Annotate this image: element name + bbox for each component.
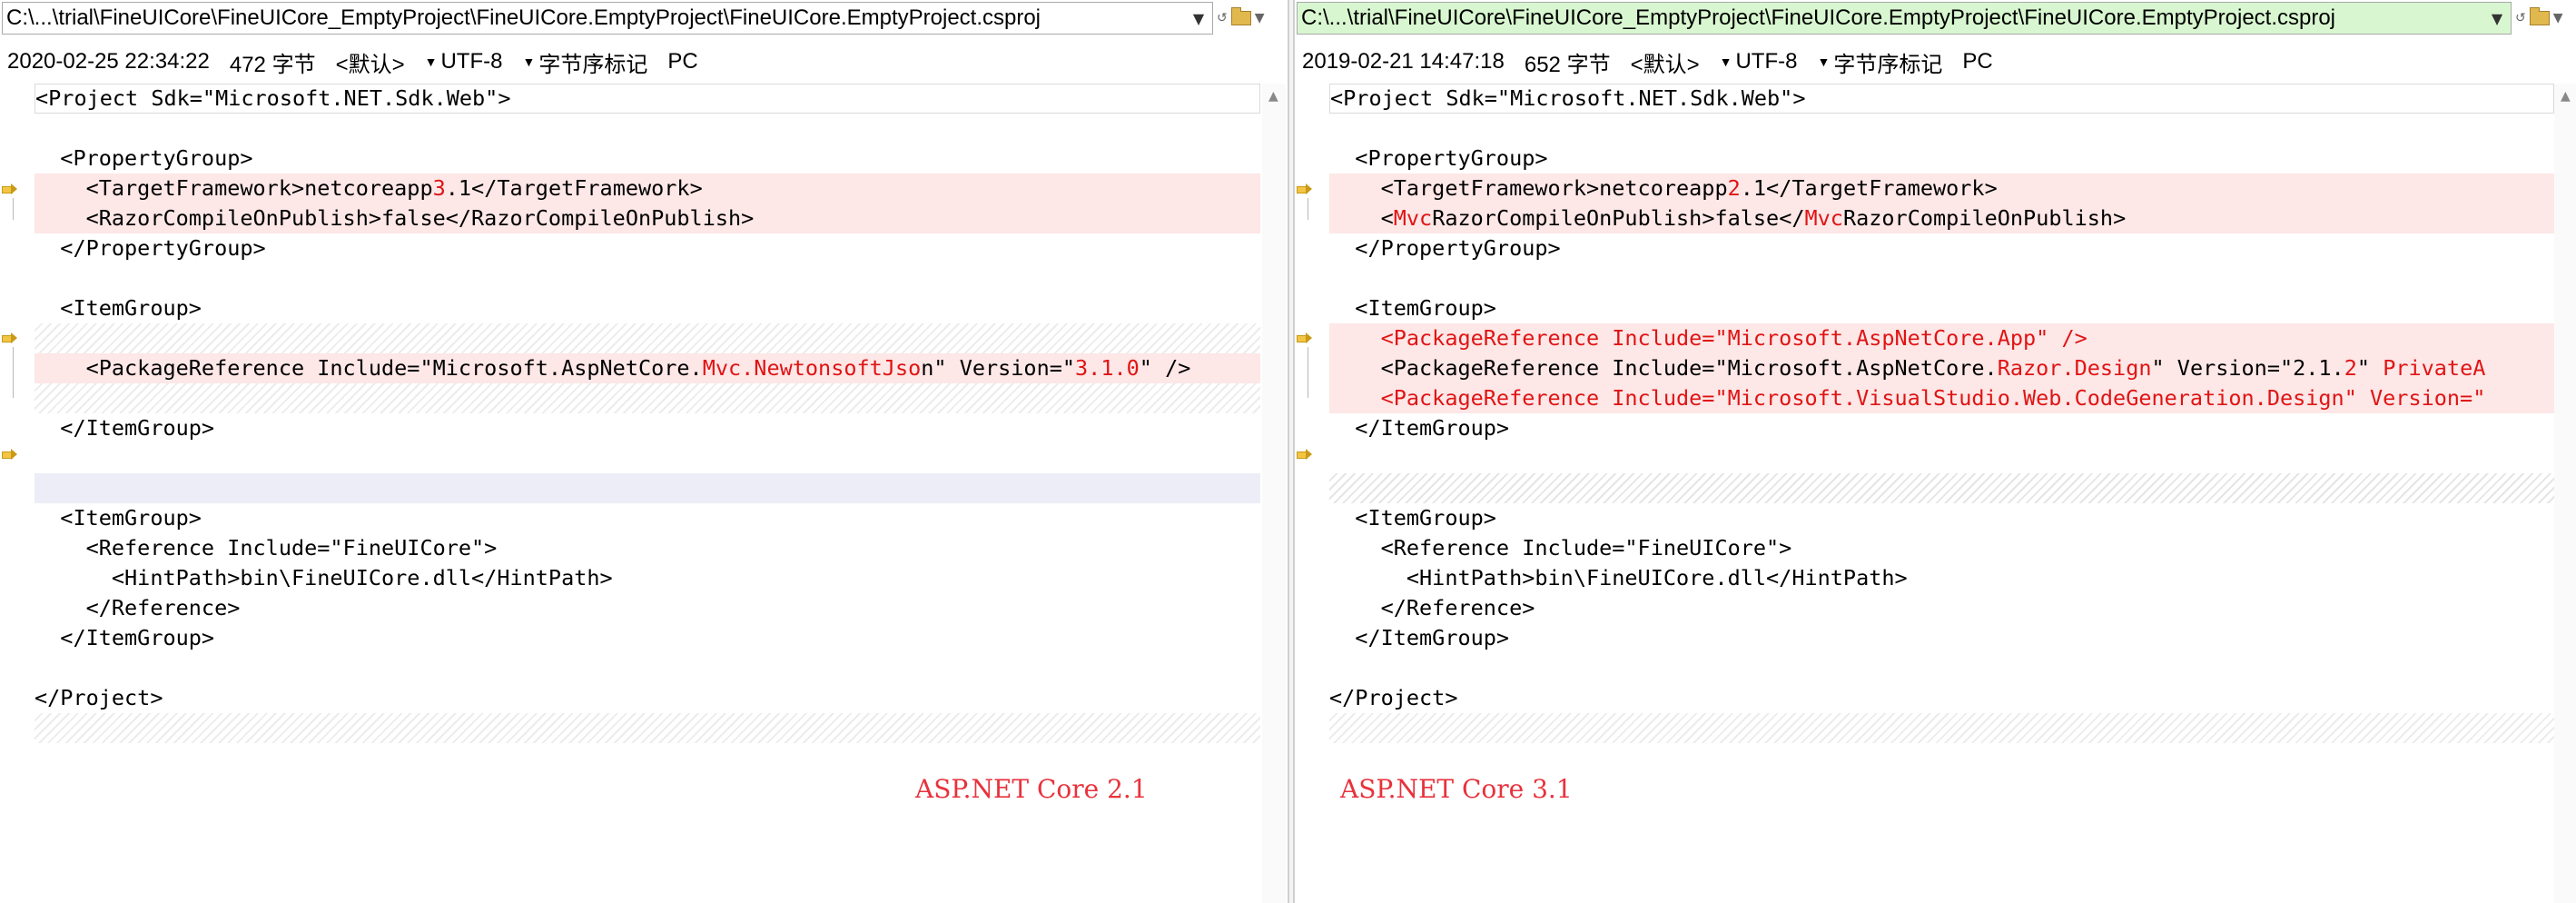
code-line: </Project> [1329,685,1458,710]
code-line: <RazorCompileOnPublish>false</RazorCompi… [35,203,1260,233]
diff-arrow-icon[interactable] [2,184,18,194]
code-line: <PropertyGroup> [1329,145,1548,171]
code-line: <TargetFramework>netcoreapp3.1</TargetFr… [35,174,1260,203]
scroll-up-icon[interactable]: ▲ [2561,89,2571,104]
code-line: <PackageReference Include="Microsoft.Asp… [1329,323,2554,353]
code-line: </Project> [35,685,163,710]
folder-icon[interactable] [1230,7,1251,25]
code-line: <HintPath>bin\FineUICore.dll</HintPath> [35,565,613,590]
code-line [1329,473,2554,503]
left-file-pane: C:\...\trial\FineUICore\FineUICore_Empty… [0,0,1289,903]
right-gutter [1295,84,1327,903]
chevron-down-icon[interactable]: ▼ [2485,3,2509,34]
left-file-info: 2020-02-25 22:34:22 472 字节 <默认> ▼ UTF-8 ▼… [7,45,698,78]
code-line: <Reference Include="FineUICore"> [1329,535,1792,561]
left-bom-select[interactable]: ▼ 字节序标记 [522,46,647,78]
diff-bracket [13,198,16,220]
code-line [1329,713,2554,743]
chevron-down-icon: ▼ [1719,55,1732,69]
code-line: <ItemGroup> [35,295,202,321]
left-path-tools: ↺ ▼ [1217,5,1286,31]
right-encoding-select[interactable]: ▼ UTF-8 [1720,49,1798,74]
chevron-down-icon[interactable]: ▼ [1255,11,1265,25]
code-line: </ItemGroup> [1329,625,1510,650]
history-icon[interactable]: ↺ [1217,11,1228,25]
code-line: </PropertyGroup> [35,235,266,261]
left-scrollbar[interactable]: ▲ [1262,84,1286,903]
left-gutter [0,84,33,903]
code-line: </ItemGroup> [35,625,215,650]
code-line: <PackageReference Include="Microsoft.Asp… [35,353,1260,383]
right-default-label[interactable]: <默认> [1631,46,1700,78]
code-line: <ItemGroup> [35,505,202,531]
left-line-ending[interactable]: PC [667,49,697,74]
right-line-ending[interactable]: PC [1962,49,1992,74]
right-scrollbar[interactable]: ▲ [2554,84,2576,903]
right-path-tools: ↺ ▼ [2515,5,2576,31]
chevron-down-icon[interactable]: ▼ [2553,11,2563,25]
code-line: <Project Sdk="Microsoft.NET.Sdk.Web"> [35,84,1260,114]
code-line: </ItemGroup> [35,415,215,441]
right-bom-select[interactable]: ▼ 字节序标记 [1817,46,1942,78]
right-path-field[interactable]: C:\...\trial\FineUICore\FineUICore_Empty… [1297,2,2512,35]
code-line [35,713,1260,743]
left-path-field[interactable]: C:\...\trial\FineUICore\FineUICore_Empty… [2,2,1213,35]
diff-arrow-icon[interactable] [2,449,18,460]
code-line: <PropertyGroup> [35,145,253,171]
code-line: <MvcRazorCompileOnPublish>false</MvcRazo… [1329,203,2554,233]
code-line: </Reference> [1329,595,1535,620]
chevron-down-icon: ▼ [1817,55,1831,69]
chevron-down-icon[interactable]: ▼ [1187,3,1210,34]
diff-bracket [13,347,16,398]
right-file-info: 2019-02-21 14:47:18 652 字节 <默认> ▼ UTF-8 ▼… [1302,45,1993,78]
chevron-down-icon: ▼ [522,55,536,69]
code-line: <HintPath>bin\FineUICore.dll</HintPath> [1329,565,1908,590]
diff-arrow-icon[interactable] [1297,332,1313,343]
code-line: <ItemGroup> [1329,295,1496,321]
right-file-date: 2019-02-21 14:47:18 [1302,49,1505,74]
left-annotation: ASP.NET Core 2.1 [915,774,1148,804]
folder-icon[interactable] [2529,7,2550,25]
code-line: <PackageReference Include="Microsoft.Asp… [1329,353,2554,383]
right-file-size: 652 字节 [1524,52,1611,77]
left-default-label[interactable]: <默认> [336,46,405,78]
code-line: <Reference Include="FineUICore"> [35,535,498,561]
diff-arrow-icon[interactable] [2,332,18,343]
chevron-down-icon: ▼ [424,55,438,69]
code-line: </ItemGroup> [1329,415,1510,441]
code-line: <ItemGroup> [1329,505,1496,531]
right-file-pane: C:\...\trial\FineUICore\FineUICore_Empty… [1293,0,2576,903]
scroll-up-icon[interactable]: ▲ [1268,89,1278,104]
left-file-size: 472 字节 [229,52,316,77]
right-annotation: ASP.NET Core 3.1 [1340,774,1573,804]
code-line: <PackageReference Include="Microsoft.Vis… [1329,383,2554,413]
diff-arrow-icon[interactable] [1297,184,1313,194]
code-line [35,323,1260,353]
diff-bracket [1308,198,1311,220]
right-path-text: C:\...\trial\FineUICore\FineUICore_Empty… [1301,5,2336,30]
diff-bracket [1308,347,1311,398]
code-line: <Project Sdk="Microsoft.NET.Sdk.Web"> [1329,84,2554,114]
left-path-text: C:\...\trial\FineUICore\FineUICore_Empty… [6,5,1041,30]
left-encoding-select[interactable]: ▼ UTF-8 [425,49,503,74]
history-icon[interactable]: ↺ [2515,11,2526,25]
code-line: </Reference> [35,595,241,620]
code-line: <TargetFramework>netcoreapp2.1</TargetFr… [1329,174,2554,203]
left-file-date: 2020-02-25 22:34:22 [7,49,210,74]
code-line [35,383,1260,413]
code-line [35,473,1260,503]
diff-arrow-icon[interactable] [1297,449,1313,460]
code-line: </PropertyGroup> [1329,235,1561,261]
